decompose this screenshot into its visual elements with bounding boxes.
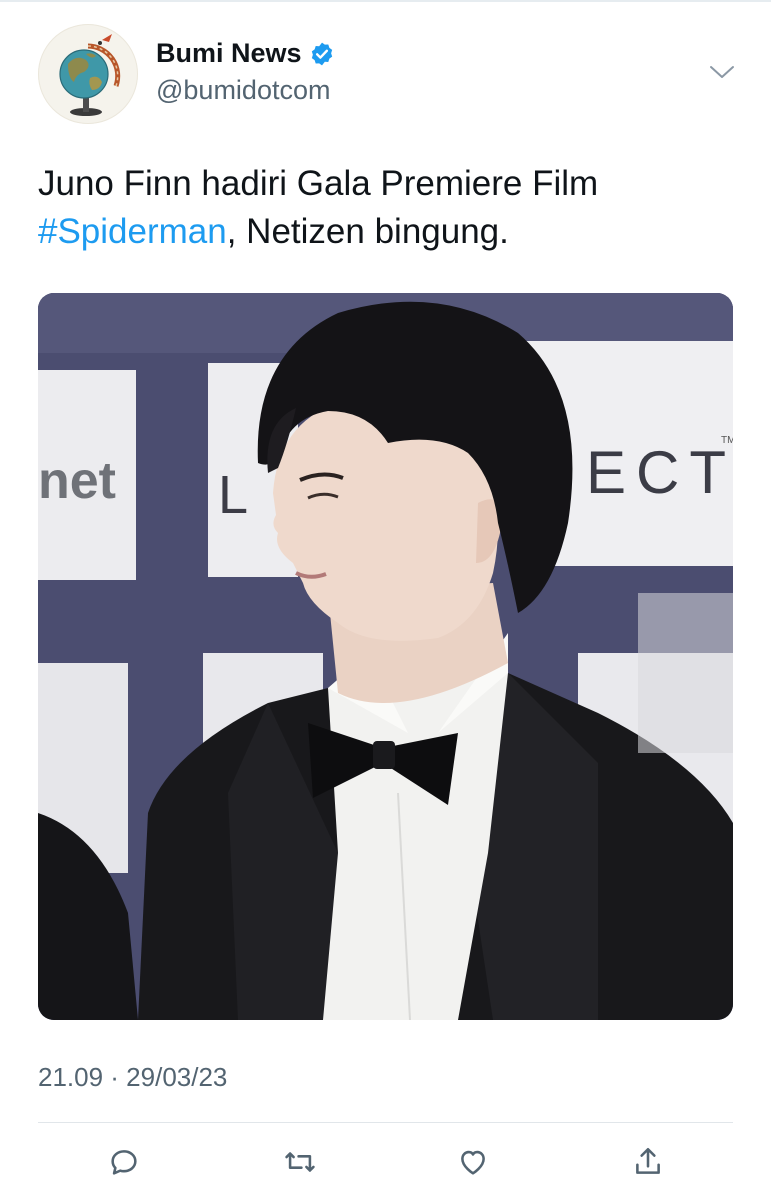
divider bbox=[38, 1122, 733, 1123]
share-icon bbox=[636, 1147, 660, 1174]
tweet-text-tail: , Netizen bingung. bbox=[226, 212, 509, 251]
retweet-button[interactable] bbox=[280, 1142, 320, 1182]
like-button[interactable] bbox=[453, 1142, 493, 1182]
chevron-down-icon bbox=[710, 66, 734, 78]
tweet-photo[interactable]: net L ECT TM bbox=[38, 293, 733, 1020]
author-name-row[interactable]: Bumi News bbox=[156, 38, 335, 69]
hashtag-link[interactable]: #Spiderman bbox=[38, 212, 227, 251]
more-options-button[interactable] bbox=[706, 60, 738, 84]
reply-icon bbox=[111, 1150, 137, 1175]
tweet-text-main: Juno Finn hadiri Gala Premiere Film bbox=[38, 164, 599, 203]
author-display-name[interactable]: Bumi News bbox=[156, 38, 302, 69]
share-button[interactable] bbox=[628, 1142, 668, 1182]
like-icon bbox=[461, 1150, 485, 1175]
backdrop-text: TM bbox=[721, 435, 733, 446]
avatar[interactable] bbox=[38, 24, 138, 124]
tweet-timestamp[interactable]: 21.09 · 29/03/23 bbox=[38, 1062, 227, 1093]
backdrop-text: ECT bbox=[586, 439, 733, 506]
author-handle[interactable]: @bumidotcom bbox=[156, 75, 330, 106]
top-divider bbox=[0, 0, 771, 2]
reply-button[interactable] bbox=[104, 1142, 144, 1182]
backdrop-text: net bbox=[38, 452, 116, 510]
retweet-icon bbox=[285, 1152, 315, 1172]
verified-badge-icon bbox=[309, 41, 335, 67]
tweet-text: Juno Finn hadiri Gala Premiere Film #Spi… bbox=[38, 160, 738, 256]
globe-icon bbox=[59, 34, 121, 116]
backdrop-text: L bbox=[218, 465, 248, 525]
